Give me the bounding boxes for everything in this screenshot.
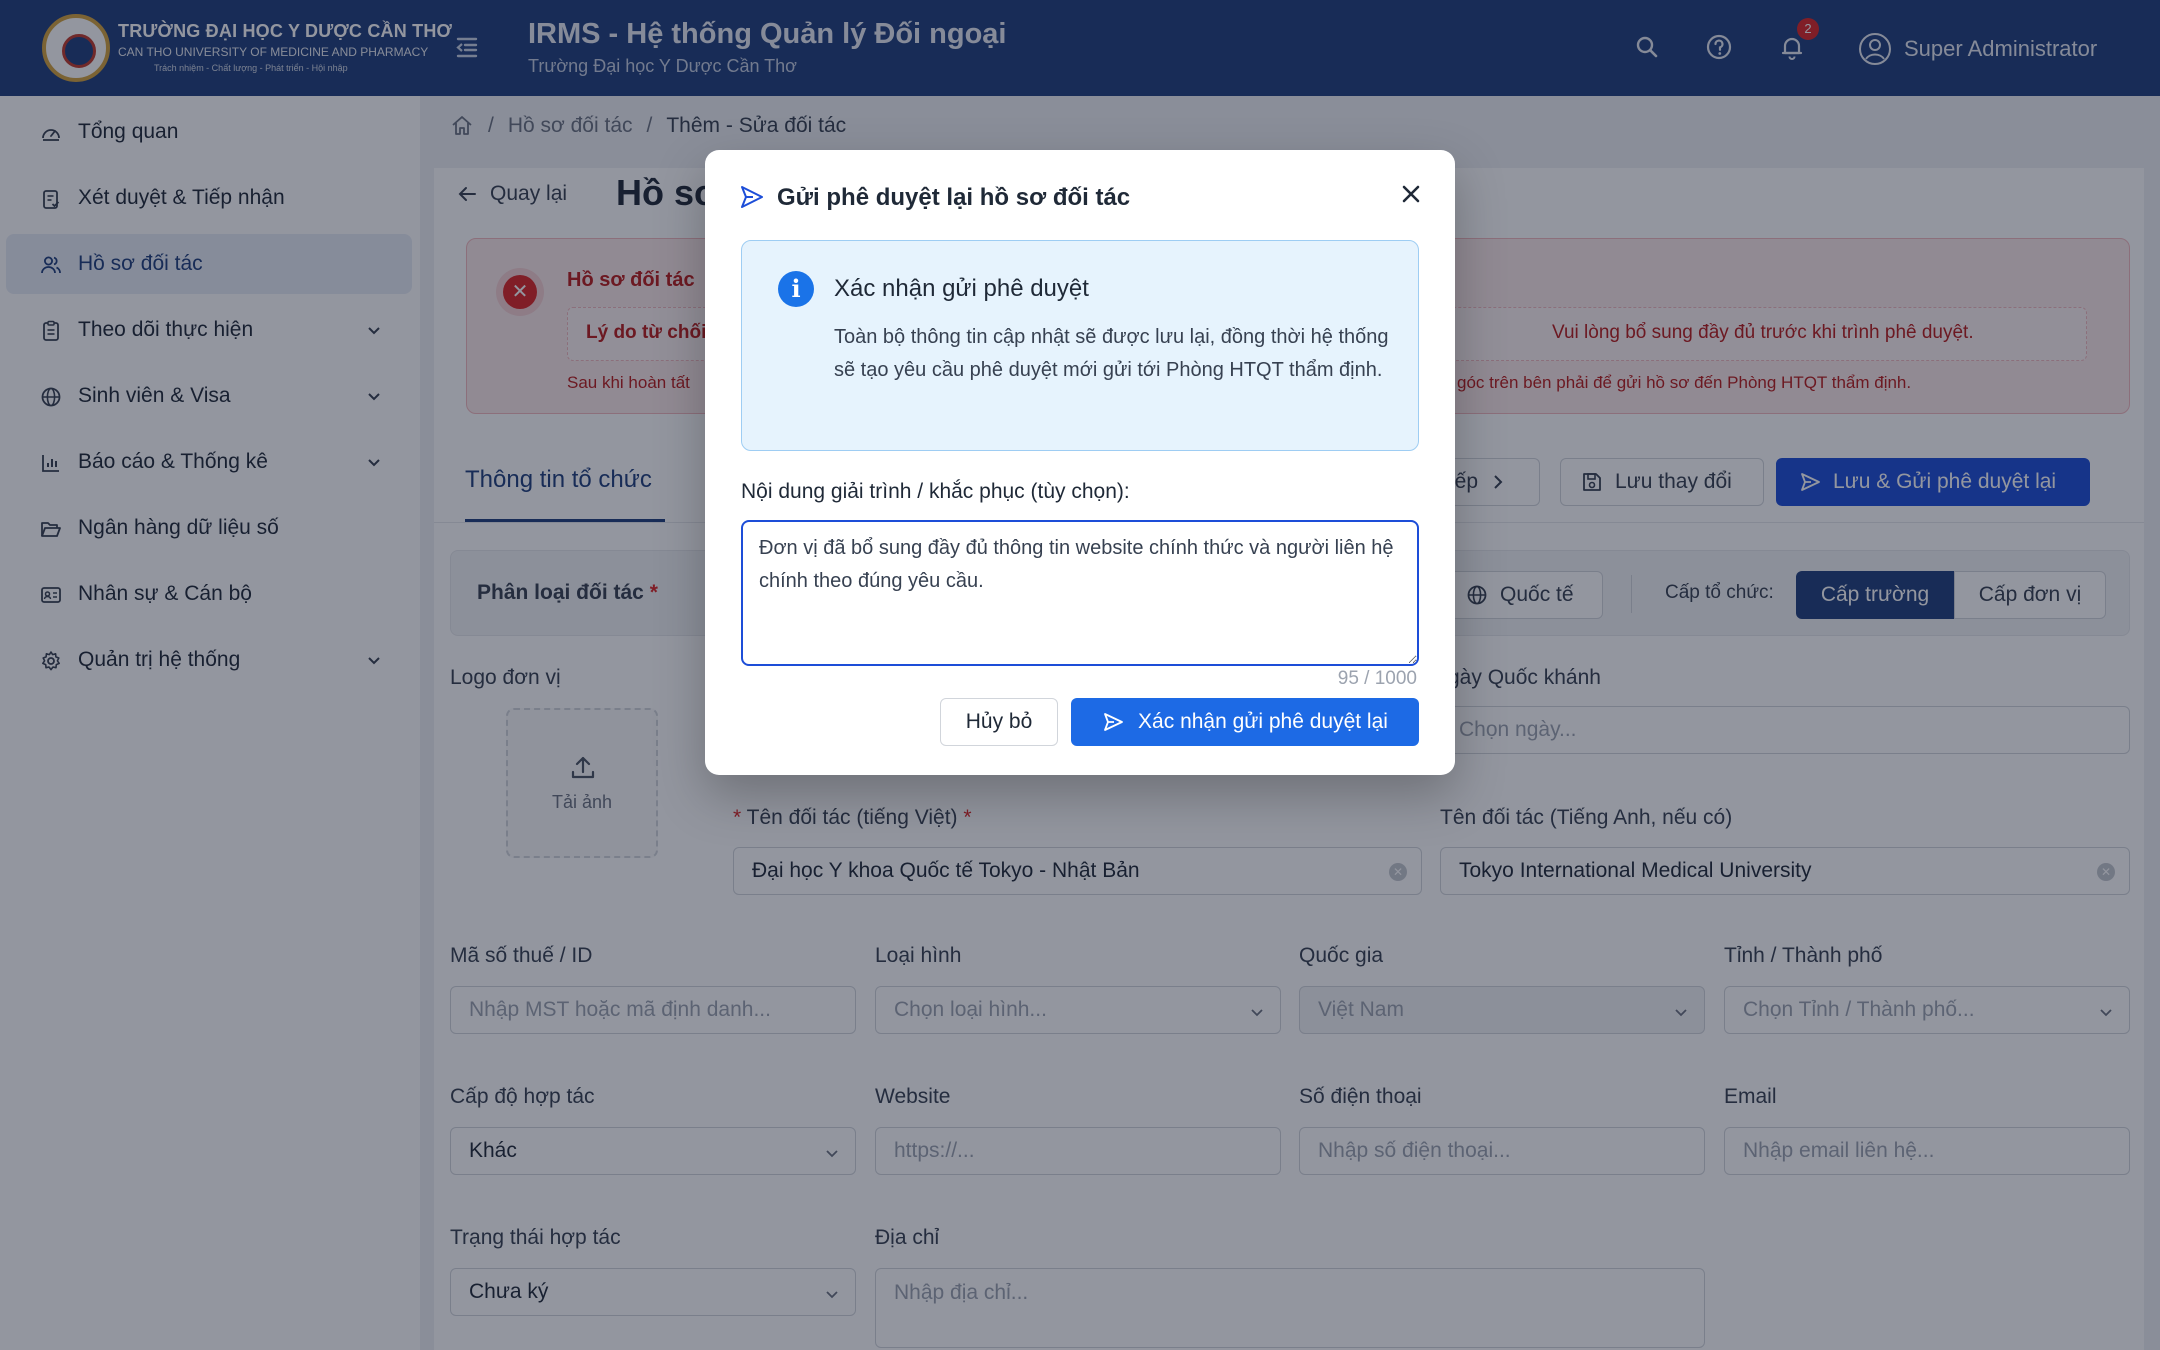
info-icon: i [778,271,814,307]
explanation-textarea[interactable] [741,520,1419,666]
modal-title: Gửi phê duyệt lại hồ sơ đối tác [777,184,1131,211]
close-icon[interactable] [1395,178,1427,210]
info-title: Xác nhận gửi phê duyệt [834,275,1089,302]
info-box: i Xác nhận gửi phê duyệt Toàn bộ thông t… [741,240,1419,451]
explanation-label: Nội dung giải trình / khắc phục (tùy chọ… [741,480,1130,503]
confirm-resubmit-button[interactable]: Xác nhận gửi phê duyệt lại [1071,698,1419,746]
send-icon [1104,713,1123,731]
info-body: Toàn bộ thông tin cập nhật sẽ được lưu l… [834,326,1389,381]
resubmit-modal: Gửi phê duyệt lại hồ sơ đối tác i Xác nh… [705,150,1455,775]
confirm-label: Xác nhận gửi phê duyệt lại [1138,710,1388,733]
char-count: 95 / 1000 [1337,668,1417,689]
send-icon [739,184,765,210]
cancel-button[interactable]: Hủy bỏ [940,698,1058,746]
